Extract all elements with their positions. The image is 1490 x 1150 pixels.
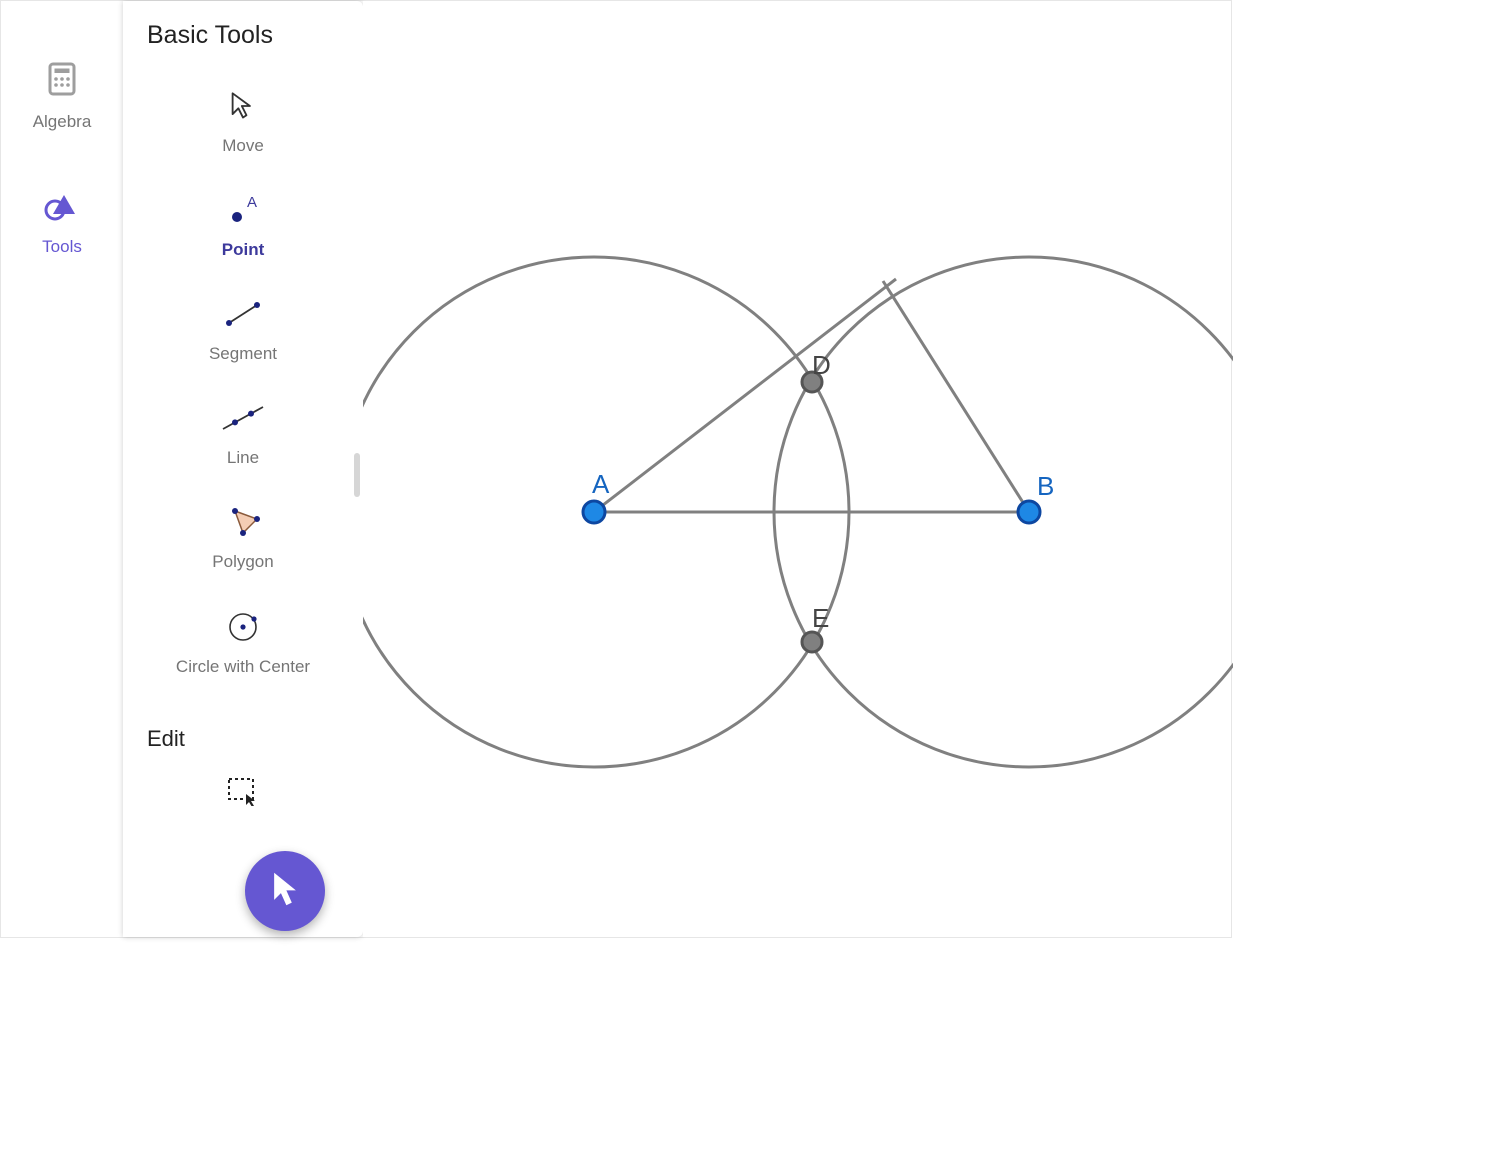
tools-panel-scroll-thumb[interactable] [354,453,360,497]
tool-label: Line [123,448,363,468]
segment-icon [123,296,363,332]
point-b[interactable] [1018,501,1040,523]
segment-ad[interactable] [594,279,896,512]
label-d: D [812,350,831,380]
cursor-fab-icon [268,870,302,913]
tool-label: Move [123,136,363,156]
tool-label: Point [123,240,363,260]
label-e: E [812,603,829,633]
geometry-canvas[interactable]: A B D E [363,1,1231,937]
point-icon: A [123,192,363,228]
tools-icon [44,209,80,226]
segment-bd[interactable] [883,281,1029,512]
select-rectangle-icon [226,793,260,810]
tools-panel: Basic Tools Move A Point [123,1,363,937]
tool-label: Circle with Center [123,656,363,678]
nav-label-tools: Tools [1,237,123,257]
svg-text:A: A [247,195,257,211]
line-icon [123,400,363,436]
point-a[interactable] [583,501,605,523]
polygon-icon [123,504,363,540]
label-a: A [592,469,610,499]
nav-item-algebra[interactable]: Algebra [1,1,123,132]
edit-heading: Edit [147,726,363,752]
nav-label-algebra: Algebra [1,112,123,132]
tool-move[interactable]: Move [123,70,363,174]
calculator-icon [44,84,80,101]
tool-select[interactable] [123,762,363,811]
tool-polygon[interactable]: Polygon [123,486,363,590]
circle-center-icon [123,608,363,644]
tool-segment[interactable]: Segment [123,278,363,382]
tool-line[interactable]: Line [123,382,363,486]
tool-label: Polygon [123,552,363,572]
tool-circle-with-center[interactable]: Circle with Center [123,590,363,696]
tools-panel-heading: Basic Tools [147,21,363,50]
nav-item-tools[interactable]: Tools [1,132,123,257]
tool-point[interactable]: A Point [123,174,363,278]
point-e[interactable] [802,632,822,652]
tool-label: Segment [123,344,363,364]
cursor-fab[interactable] [245,851,325,931]
nav-rail: Algebra Tools [1,1,123,937]
tool-list: Move A Point Segment [123,70,363,696]
label-b: B [1037,471,1054,501]
move-cursor-icon [123,88,363,124]
